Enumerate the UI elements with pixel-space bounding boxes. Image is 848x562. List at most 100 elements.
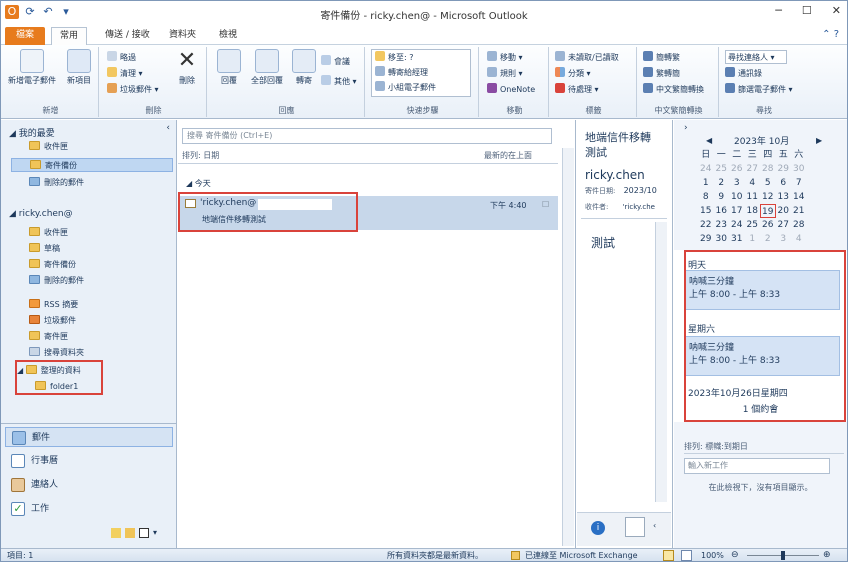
minimize-icon[interactable]: ─: [775, 4, 782, 17]
nav-contacts-button[interactable]: 連絡人: [5, 475, 173, 495]
calendar-day[interactable]: 27: [745, 162, 761, 176]
new-email-button[interactable]: 新增電子郵件: [5, 49, 59, 86]
folder-search[interactable]: 搜尋資料夾: [29, 346, 84, 360]
new-items-button[interactable]: 新項目: [61, 49, 97, 86]
folder-rss[interactable]: RSS 摘要: [29, 298, 78, 312]
calendar-day[interactable]: 24: [698, 162, 714, 176]
calendar-day[interactable]: 3: [776, 232, 792, 246]
ignore-button[interactable]: 略過: [107, 51, 136, 65]
favorite-deleted[interactable]: 刪除的郵件: [29, 176, 84, 190]
prev-month-icon[interactable]: ◀: [706, 136, 712, 145]
categorize-button[interactable]: 分類 ▾: [555, 67, 591, 81]
calendar-day[interactable]: 13: [776, 190, 792, 204]
reply-all-button[interactable]: 全部回覆: [247, 49, 287, 86]
new-task-input[interactable]: 輸入新工作: [684, 458, 830, 474]
maximize-icon[interactable]: ☐: [802, 4, 812, 17]
calendar-day[interactable]: 6: [776, 176, 792, 190]
junk-button[interactable]: 垃圾郵件 ▾: [107, 83, 159, 97]
todo-collapse-icon[interactable]: ›: [684, 123, 688, 133]
calendar-day[interactable]: 31: [729, 232, 745, 246]
flag-placeholder-icon[interactable]: ☐: [542, 200, 549, 209]
tab-home[interactable]: 常用: [51, 27, 88, 46]
folder-list-icon[interactable]: [125, 528, 135, 538]
tab-send-receive[interactable]: 傳送 / 接收: [97, 27, 158, 45]
favorites-header[interactable]: ◢ 我的最愛: [9, 126, 55, 139]
reply-button[interactable]: 回覆: [211, 49, 247, 86]
folder-deleted[interactable]: 刪除的郵件: [29, 274, 84, 288]
calendar-day[interactable]: 29: [776, 162, 792, 176]
group-header-today[interactable]: ◢ 今天: [186, 178, 211, 189]
to-simplified-button[interactable]: 繁轉簡: [643, 67, 680, 81]
calendar-day[interactable]: 23: [714, 218, 730, 232]
calendar-day[interactable]: 17: [729, 204, 745, 218]
calendar-day[interactable]: 1: [698, 176, 714, 190]
folder-outbox[interactable]: 寄件匣: [29, 330, 68, 344]
info-icon[interactable]: i: [591, 521, 605, 535]
chinese-convert-button[interactable]: 中文繁簡轉換: [643, 83, 704, 97]
search-input[interactable]: 搜尋 寄件備份 (Ctrl+E): [182, 128, 552, 144]
move-button[interactable]: 移動 ▾: [487, 51, 523, 65]
calendar-day[interactable]: 4: [791, 232, 807, 246]
calendar-day[interactable]: 20: [776, 204, 792, 218]
reading-sender[interactable]: ricky.chen: [585, 168, 645, 182]
calendar-day[interactable]: 11: [745, 190, 761, 204]
zoom-slider-thumb[interactable]: [781, 551, 785, 560]
onenote-button[interactable]: OneNote: [487, 83, 535, 97]
shortcuts-icon[interactable]: [139, 528, 149, 538]
tab-view[interactable]: 檢視: [211, 27, 245, 45]
calendar-day[interactable]: 19: [760, 204, 776, 218]
tab-folder[interactable]: 資料夾: [161, 27, 204, 45]
folder-junk[interactable]: 垃圾郵件: [29, 314, 76, 328]
calendar-day[interactable]: 7: [791, 176, 807, 190]
tasks-sort-bar[interactable]: 排列: 標幟:到期日: [684, 440, 844, 454]
calendar-day[interactable]: 14: [791, 190, 807, 204]
calendar-day[interactable]: 25: [745, 218, 761, 232]
calendar-day[interactable]: 27: [776, 218, 792, 232]
calendar-day[interactable]: 1: [745, 232, 761, 246]
calendar-day[interactable]: 2: [714, 176, 730, 190]
sort-bar[interactable]: 排列: 日期 最新的在上面: [178, 148, 558, 164]
calendar-day[interactable]: 3: [729, 176, 745, 190]
calendar-day[interactable]: 21: [791, 204, 807, 218]
next-month-icon[interactable]: ▶: [816, 136, 822, 145]
configure-buttons-icon[interactable]: ▾: [153, 528, 157, 538]
people-pane-toggle-icon[interactable]: ‹: [653, 521, 656, 530]
calendar-day[interactable]: 28: [791, 218, 807, 232]
calendar-day[interactable]: 26: [760, 218, 776, 232]
zoom-in-icon[interactable]: ⊕: [823, 549, 831, 561]
delete-button[interactable]: ✕ 刪除: [169, 49, 205, 86]
folder-sent[interactable]: 寄件備份: [29, 258, 76, 272]
calendar-day[interactable]: 8: [698, 190, 714, 204]
quickstep-move-to[interactable]: 移至: ?: [375, 51, 413, 65]
favorite-inbox[interactable]: 收件匣: [29, 140, 68, 154]
minimize-ribbon-icon[interactable]: ⌃: [822, 29, 830, 40]
zoom-out-icon[interactable]: ⊖: [731, 549, 739, 561]
reading-view-icon[interactable]: [681, 550, 692, 561]
to-traditional-button[interactable]: 簡轉繁: [643, 51, 680, 65]
list-scrollbar[interactable]: [562, 148, 574, 546]
calendar-day[interactable]: 12: [760, 190, 776, 204]
calendar-day[interactable]: 30: [791, 162, 807, 176]
nav-tasks-button[interactable]: ✓ 工作: [5, 499, 173, 519]
notes-icon[interactable]: [111, 528, 121, 538]
close-icon[interactable]: ✕: [832, 4, 841, 17]
favorite-sent-items[interactable]: 寄件備份: [11, 158, 173, 172]
calendar-day[interactable]: 4: [745, 176, 761, 190]
address-book-button[interactable]: 通訊錄: [725, 67, 762, 81]
calendar-day[interactable]: 2: [760, 232, 776, 246]
forward-button[interactable]: 轉寄: [289, 49, 319, 86]
calendar-day[interactable]: 25: [714, 162, 730, 176]
folder-inbox[interactable]: 收件匣: [29, 226, 68, 240]
more-respond-button[interactable]: 其他 ▾: [321, 75, 357, 89]
calendar-day[interactable]: 29: [698, 232, 714, 246]
reading-scrollbar[interactable]: [655, 222, 667, 502]
folder-drafts[interactable]: 草稿: [29, 242, 60, 256]
normal-view-icon[interactable]: [663, 550, 674, 561]
followup-button[interactable]: 待處理 ▾: [555, 83, 599, 97]
calendar-day[interactable]: 9: [714, 190, 730, 204]
unread-read-button[interactable]: 未讀取/已讀取: [555, 51, 619, 65]
calendar-day[interactable]: 15: [698, 204, 714, 218]
calendar-day[interactable]: 5: [760, 176, 776, 190]
filter-email-button[interactable]: 篩選電子郵件 ▾: [725, 83, 793, 97]
nav-calendar-button[interactable]: 行事曆: [5, 451, 173, 471]
